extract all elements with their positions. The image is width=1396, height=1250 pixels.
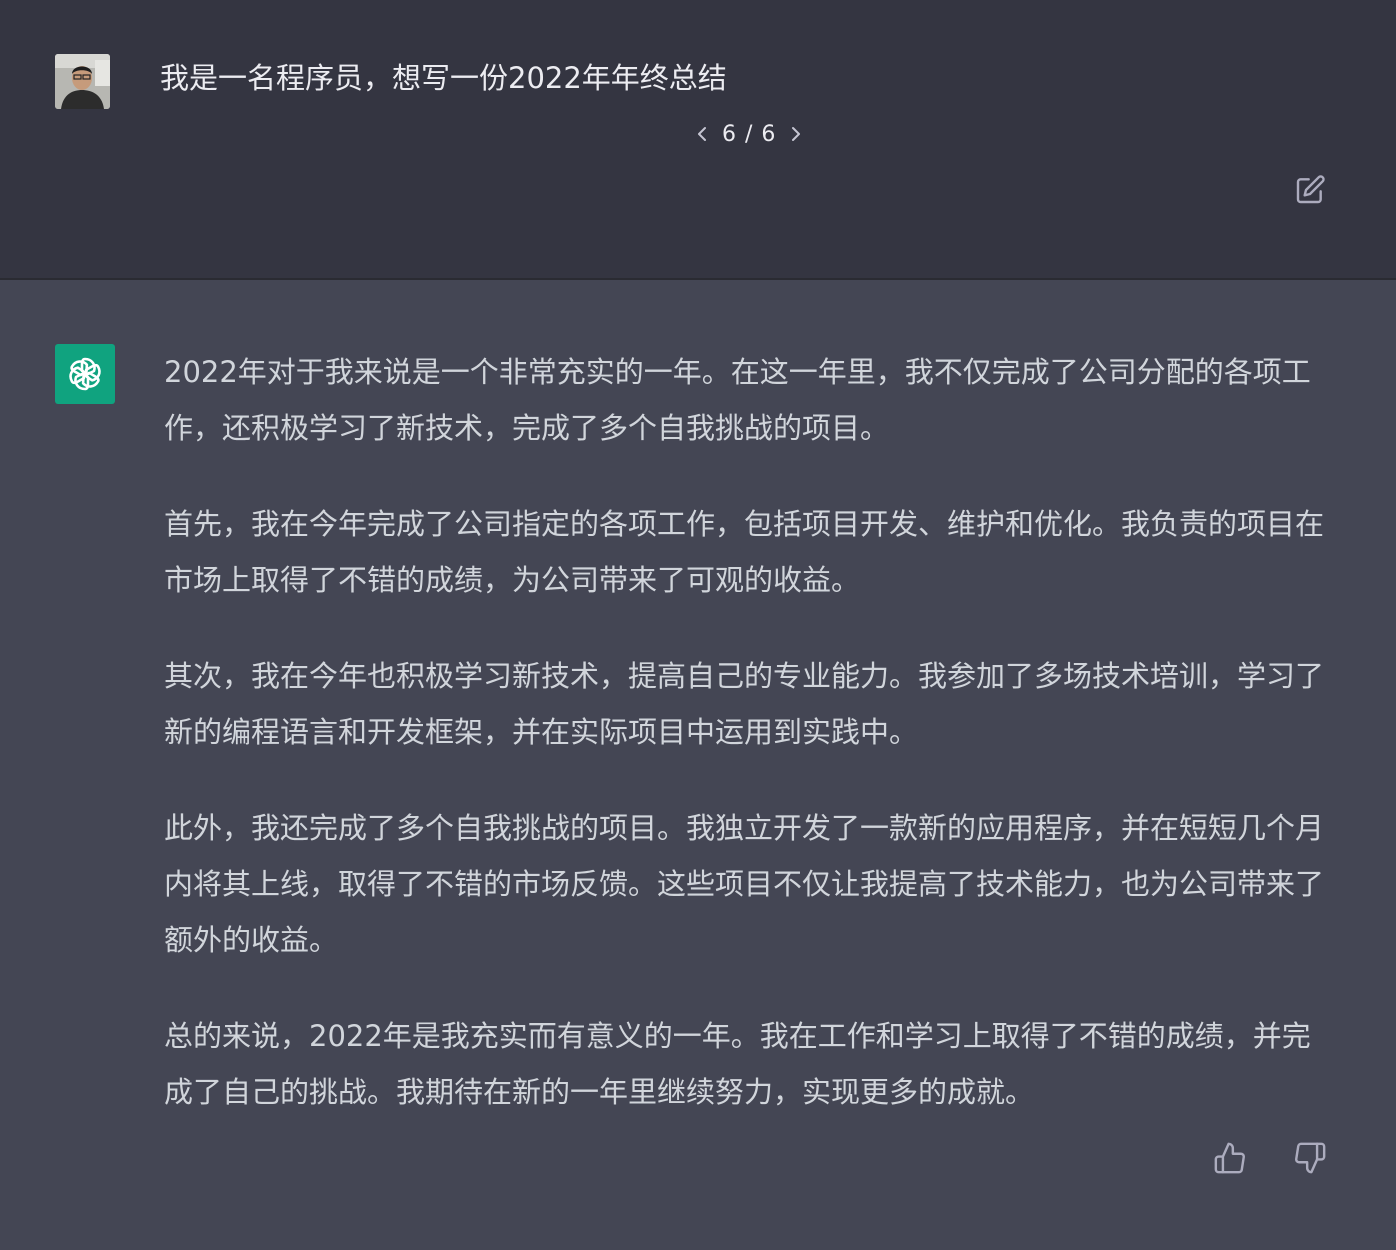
user-avatar <box>55 54 110 109</box>
pager-current: 6 <box>722 121 737 147</box>
pager-count: 6 / 6 <box>722 122 776 147</box>
chevron-right-icon[interactable] <box>784 118 808 150</box>
assistant-message-row: 2022年对于我来说是一个非常充实的一年。在这一年里，我不仅完成了公司分配的各项… <box>0 280 1396 1250</box>
assistant-answer: 2022年对于我来说是一个非常充实的一年。在这一年里，我不仅完成了公司分配的各项… <box>164 344 1339 1160</box>
user-photo-avatar-icon <box>55 54 110 109</box>
assistant-avatar <box>55 344 115 404</box>
answer-paragraph: 其次，我在今年也积极学习新技术，提高自己的专业能力。我参加了多场技术培训，学习了… <box>164 659 1325 749</box>
user-message-row: 我是一名程序员，想写一份2022年年终总结 6 / 6 <box>0 0 1396 280</box>
answer-paragraph: 首先，我在今年完成了公司指定的各项工作，包括项目开发、维护和优化。我负责的项目在… <box>164 507 1325 597</box>
response-pager: 6 / 6 <box>690 118 808 150</box>
thumbs-up-icon[interactable] <box>1210 1138 1250 1178</box>
edit-icon[interactable] <box>1290 170 1330 210</box>
answer-paragraph: 2022年对于我来说是一个非常充实的一年。在这一年里，我不仅完成了公司分配的各项… <box>164 355 1311 445</box>
pager-separator: / <box>745 121 754 147</box>
user-prompt-text: 我是一名程序员，想写一份2022年年终总结 <box>160 61 727 95</box>
openai-logo-icon <box>65 356 105 392</box>
answer-paragraph: 此外，我还完成了多个自我挑战的项目。我独立开发了一款新的应用程序，并在短短几个月… <box>164 811 1325 957</box>
pager-total: 6 <box>761 121 777 147</box>
chevron-left-icon[interactable] <box>690 118 714 150</box>
answer-paragraph: 总的来说，2022年是我充实而有意义的一年。我在工作和学习上取得了不错的成绩，并… <box>164 1019 1311 1109</box>
thumbs-down-icon[interactable] <box>1290 1138 1330 1178</box>
